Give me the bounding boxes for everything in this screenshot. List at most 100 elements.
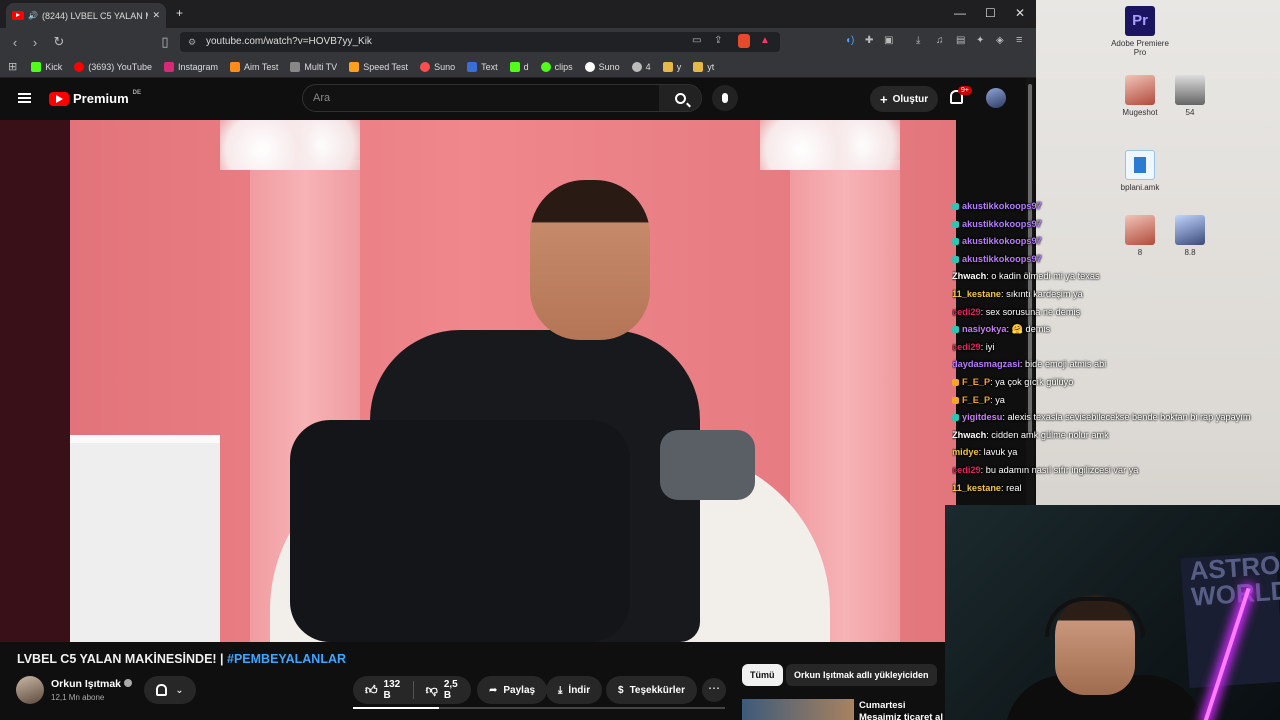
kick-icon (31, 61, 42, 72)
brave-shield-icon[interactable] (738, 34, 750, 48)
desktop-icon-premiere[interactable]: Pr Adobe Premiere Pro (1110, 6, 1170, 57)
bookmark-item[interactable]: Speed Test (349, 61, 408, 72)
chat-text: : iyi (980, 341, 995, 352)
screen-share-icon[interactable]: ▭ (692, 35, 701, 46)
bookmark-item[interactable]: (3693) YouTube (74, 61, 152, 72)
chat-text: : real (1001, 482, 1022, 493)
bookmark-item[interactable]: Aim Test (230, 61, 278, 72)
chat-username: akustikkokoops97 (962, 236, 1042, 247)
chat-text: : 🤗 demis (1006, 324, 1051, 335)
subscribed-notification-button[interactable]: ⌄ (144, 676, 196, 704)
video-player[interactable] (0, 120, 956, 642)
bookmark-item[interactable]: d (509, 61, 529, 72)
youtube-logo[interactable]: Premium DE (49, 90, 141, 106)
youtube-favicon-icon (12, 11, 24, 20)
reload-icon[interactable]: ↻ (49, 34, 69, 50)
tab-youtube-video[interactable]: 🔊 (8244) LVBEL C5 YALAN MAKİ ✕ (6, 3, 166, 28)
plus-icon: + (880, 91, 888, 107)
bookmark-item[interactable]: Multi TV (290, 61, 337, 72)
like-button[interactable]: 👍︎ 132 B (353, 676, 413, 704)
recommended-video-thumbnail[interactable] (742, 699, 854, 720)
chat-username: akustikkokoops97 (962, 218, 1042, 229)
channel-name[interactable]: Orkun Işıtmak (51, 678, 133, 690)
chat-username: F_E_P (962, 394, 991, 405)
hashtag-link[interactable]: #PEMBEYALANLAR (227, 652, 346, 666)
back-icon[interactable]: ‹ (5, 35, 25, 50)
download-arrow-icon: ⤓ (558, 684, 563, 696)
aimtest-icon (230, 61, 240, 72)
close-window-button[interactable]: ✕ (1015, 6, 1025, 20)
desktop-icon-label: 54 (1185, 108, 1195, 117)
url-field[interactable]: ⚙ youtube.com/watch?v=HOVB7yy_Kik (180, 32, 780, 52)
search-box[interactable]: Ara (302, 84, 702, 112)
filter-chip-uploader[interactable]: Orkun Işıtmak adlı yükleyiciden (786, 664, 937, 686)
hamburger-menu-icon[interactable] (18, 93, 31, 103)
desktop-icon-bplani[interactable]: bplani.amk (1110, 150, 1170, 192)
bookmark-item[interactable]: Instagram (163, 61, 218, 72)
voice-search-button[interactable] (712, 85, 738, 111)
desktop-icon-54[interactable]: 54 (1160, 75, 1220, 117)
bookmark-folder[interactable]: yt (693, 61, 714, 72)
youtube-icon (74, 61, 85, 72)
chat-username: cedi29 (952, 464, 981, 475)
bookmark-item[interactable]: Suno (420, 61, 455, 72)
share-button[interactable]: ➦ Paylaş (477, 676, 548, 704)
brave-rewards-icon[interactable]: ▲ (760, 35, 770, 46)
chat-message: daydasmagzasi: bide emoji atmis abi (952, 356, 1280, 374)
more-actions-button[interactable]: ⋯ (702, 678, 726, 702)
leo-ai-icon[interactable]: ✦ (976, 35, 984, 46)
recommended-video-title[interactable]: Cumartesi Mesaimiz ticaret al sat düzenl… (859, 700, 949, 720)
tab-close-icon[interactable]: ✕ (152, 10, 160, 21)
youtube-header: Premium DE Ara + Oluştur 9+ (0, 78, 1036, 120)
chat-text: : alexis texasla sevisebilecekse bende b… (1002, 412, 1251, 423)
chat-text: : sıkıntı kardeşim ya (1001, 288, 1083, 299)
bookmark-item[interactable]: Suno (584, 61, 620, 72)
forward-icon[interactable]: › (25, 35, 45, 50)
sidebar-icon[interactable]: ▣ (884, 35, 893, 46)
openai-icon (631, 61, 642, 72)
bookmark-item[interactable]: Kick (31, 61, 62, 72)
audio-icon[interactable]: ◖) (845, 35, 854, 46)
bookmark-item[interactable]: clips (540, 61, 573, 72)
chat-username: daydasmagzasi (952, 359, 1020, 370)
dislike-button[interactable]: 👎︎ 2,5 B (414, 676, 471, 704)
bookmark-item[interactable]: Text (467, 61, 498, 72)
bookmark-item[interactable]: 4 (631, 61, 651, 72)
browser-window: 🔊 (8244) LVBEL C5 YALAN MAKİ ✕ + — ☐ ✕ ‹… (0, 0, 1036, 720)
folder-icon (662, 61, 673, 72)
chat-message: akustikkokoops97 (952, 251, 1280, 269)
chat-text: : cidden amk gülme nolur amk (986, 429, 1109, 440)
bookmark-folder[interactable]: y (662, 61, 681, 72)
chat-message: Zhwach: cidden amk gülme nolur amk (952, 427, 1280, 445)
search-input[interactable]: Ara (303, 92, 659, 104)
chat-badge-icon (952, 238, 959, 246)
desktop-icon-label: Adobe Premiere Pro (1111, 39, 1169, 57)
search-icon (674, 92, 686, 104)
chat-badge-icon (952, 414, 959, 422)
filter-chip-all[interactable]: Tümü (742, 664, 783, 686)
channel-avatar[interactable] (16, 676, 44, 704)
download-icon[interactable]: ⤓ (916, 35, 920, 46)
account-avatar[interactable] (986, 88, 1006, 108)
site-info-icon[interactable]: ⚙ (188, 32, 196, 52)
media-icon[interactable]: ♫ (936, 35, 944, 46)
thanks-button[interactable]: $ Teşekkürler (606, 676, 697, 704)
vpn-icon[interactable]: ◈ (996, 35, 1004, 46)
like-dislike-group: 👍︎ 132 B 👎︎ 2,5 B (353, 676, 471, 704)
apps-grid-icon[interactable]: ⊞ (8, 60, 17, 73)
url-text: youtube.com/watch?v=HOVB7yy_Kik (206, 36, 372, 47)
extensions-icon[interactable]: ✚ (865, 35, 873, 46)
share-page-icon[interactable]: ⇪ (714, 35, 722, 46)
menu-icon[interactable]: ≡ (1016, 34, 1022, 46)
minimize-button[interactable]: — (954, 6, 966, 20)
maximize-button[interactable]: ☐ (985, 6, 996, 20)
bookmark-icon[interactable]: ▯ (155, 34, 175, 50)
create-button[interactable]: + Oluştur (870, 86, 939, 112)
tv-icon (290, 61, 301, 72)
new-tab-icon[interactable]: + (176, 6, 183, 20)
search-button[interactable] (659, 85, 701, 111)
download-button[interactable]: ⤓ İndir (546, 676, 603, 704)
tab-bar: 🔊 (8244) LVBEL C5 YALAN MAKİ ✕ + — ☐ ✕ (0, 0, 1036, 28)
wallet-icon[interactable]: ▤ (956, 35, 965, 46)
speaker-icon: 🔊 (28, 11, 38, 20)
